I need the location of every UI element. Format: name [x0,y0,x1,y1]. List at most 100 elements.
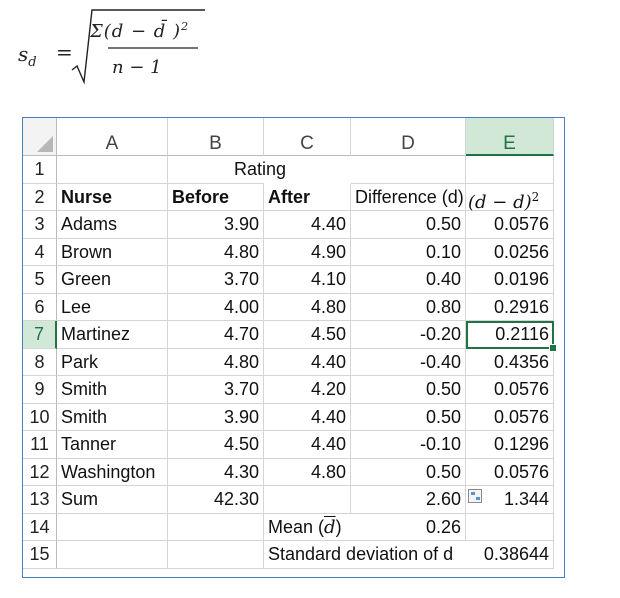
cell-c3[interactable]: 4.40 [264,211,351,239]
cell-a10[interactable]: Smith [57,403,168,431]
cell-c9[interactable]: 4.20 [264,376,351,404]
formula-lhs: sd [18,42,37,70]
fill-handle[interactable] [549,343,557,352]
cell-e7[interactable]: 0.2116 [466,321,554,349]
spreadsheet-grid[interactable]: A B C D E 1 Rating 2 Nurse Before After Difference … [22,117,565,578]
cell-a15[interactable] [57,541,168,569]
row-header-15[interactable]: 15 [23,541,57,569]
cell-b7[interactable]: 4.70 [168,321,264,349]
column-header-c[interactable]: C [264,118,351,156]
cell-c1[interactable]: Rating [230,156,340,184]
cell-b9[interactable]: 3.70 [168,376,264,404]
row-header-11[interactable]: 11 [23,431,57,459]
column-header-d[interactable]: D [351,118,466,156]
cell-b6[interactable]: 4.00 [168,293,264,321]
cell-c4[interactable]: 4.90 [264,238,351,266]
row-header-14[interactable]: 14 [23,513,57,541]
column-header-e[interactable]: E [466,118,554,156]
cell-d5[interactable]: 0.40 [351,266,466,294]
cell-d10[interactable]: 0.50 [351,403,466,431]
cell-d3[interactable]: 0.50 [351,211,466,239]
row-header-8[interactable]: 8 [23,348,57,376]
page: sd = Σ(d − d̄ )2 n − 1 A B C D E 1 Rating 2 Nurs… [0,0,620,598]
cell-e14[interactable] [466,513,554,541]
cell-d2[interactable]: Difference (d) [351,183,466,211]
cell-d12[interactable]: 0.50 [351,458,466,486]
cell-a9[interactable]: Smith [57,376,168,404]
cell-e6[interactable]: 0.2916 [466,293,554,321]
row-header-6[interactable]: 6 [23,293,57,321]
cell-e3[interactable]: 0.0576 [466,211,554,239]
cell-e11[interactable]: 0.1296 [466,431,554,459]
cell-e2[interactable]: (d − d)2 [466,183,554,213]
cell-a13[interactable]: Sum [57,486,168,514]
cell-c6[interactable]: 4.80 [264,293,351,321]
cell-a4[interactable]: Brown [57,238,168,266]
cell-e4[interactable]: 0.0256 [466,238,554,266]
cell-a14[interactable] [57,513,168,541]
cell-b11[interactable]: 4.50 [168,431,264,459]
select-all-corner[interactable] [23,118,57,156]
cell-a12[interactable]: Washington [57,458,168,486]
cell-c7[interactable]: 4.50 [264,321,351,349]
cell-d7[interactable]: -0.20 [351,321,466,349]
cell-d13[interactable]: 2.60 [351,486,466,514]
row-header-2[interactable]: 2 [23,183,57,211]
sample-sd-formula: sd = Σ(d − d̄ )2 n − 1 [0,0,240,95]
cell-a8[interactable]: Park [57,348,168,376]
cell-d4[interactable]: 0.10 [351,238,466,266]
cell-c11[interactable]: 4.40 [264,431,351,459]
cell-b15[interactable] [168,541,264,569]
row-header-5[interactable]: 5 [23,266,57,294]
cell-e1[interactable] [466,156,554,184]
cell-c2[interactable]: After [264,183,351,211]
cell-b5[interactable]: 3.70 [168,266,264,294]
cell-a7[interactable]: Martinez [57,321,168,349]
cell-d11[interactable]: -0.10 [351,431,466,459]
cell-b8[interactable]: 4.80 [168,348,264,376]
cell-b12[interactable]: 4.30 [168,458,264,486]
cell-d1[interactable] [351,156,466,184]
cell-a5[interactable]: Green [57,266,168,294]
cell-e10[interactable]: 0.0576 [466,403,554,431]
mean-label[interactable]: Mean (d) [264,514,351,541]
row-header-12[interactable]: 12 [23,458,57,486]
cell-c12[interactable]: 4.80 [264,458,351,486]
row-header-1[interactable]: 1 [23,156,57,184]
cell-b3[interactable]: 3.90 [168,211,264,239]
cell-d6[interactable]: 0.80 [351,293,466,321]
row-header-4[interactable]: 4 [23,238,57,266]
cell-a3[interactable]: Adams [57,211,168,239]
row-header-13[interactable]: 13 [23,486,57,514]
quick-analysis-icon[interactable] [468,489,482,503]
row-header-9[interactable]: 9 [23,376,57,404]
row-header-7[interactable]: 7 [23,321,57,349]
cell-c15[interactable]: Standard deviation of d [264,541,453,569]
row-header-3[interactable]: 3 [23,211,57,239]
column-header-b[interactable]: B [168,118,264,156]
cell-c13[interactable] [264,486,351,514]
cell-c8[interactable]: 4.40 [264,348,351,376]
cell-b14[interactable] [168,513,264,541]
cell-e12[interactable]: 0.0576 [466,458,554,486]
cell-a6[interactable]: Lee [57,293,168,321]
cell-b10[interactable]: 3.90 [168,403,264,431]
cell-d14[interactable]: 0.26 [351,513,466,541]
cell-b2[interactable]: Before [168,183,264,211]
cell-d8[interactable]: -0.40 [351,348,466,376]
column-header-a[interactable]: A [57,118,168,156]
cell-d15[interactable] [351,541,466,569]
cell-a2[interactable]: Nurse [57,183,168,211]
cell-c5[interactable]: 4.10 [264,266,351,294]
cell-e9[interactable]: 0.0576 [466,376,554,404]
cell-b13[interactable]: 42.30 [168,486,264,514]
cell-e5[interactable]: 0.0196 [466,266,554,294]
cell-a11[interactable]: Tanner [57,431,168,459]
cell-e8[interactable]: 0.4356 [466,348,554,376]
cell-a1[interactable] [57,156,168,184]
cell-e15[interactable]: 0.38644 [466,541,554,569]
row-header-10[interactable]: 10 [23,403,57,431]
cell-b4[interactable]: 4.80 [168,238,264,266]
cell-c10[interactable]: 4.40 [264,403,351,431]
cell-d9[interactable]: 0.50 [351,376,466,404]
